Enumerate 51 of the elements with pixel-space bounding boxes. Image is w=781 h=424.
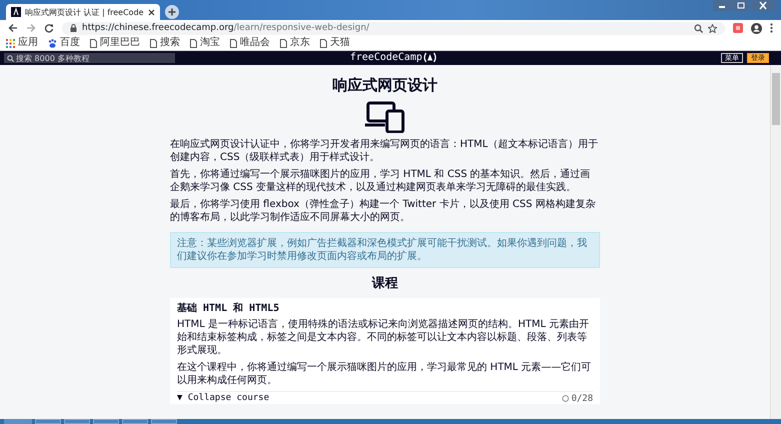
restore-icon[interactable] bbox=[732, 0, 750, 11]
browser-tab[interactable]: 响应式网页设计 认证 | freeCode bbox=[6, 4, 160, 20]
logo-icon bbox=[11, 7, 21, 17]
intro-paragraph: 最后，你将学习使用 flexbox（弹性盒子）构建一个 Twitter 卡片，以及使用 CSS 网格构建复杂的博客布局，以此学习制作适应不同屏幕大小的网页。 bbox=[170, 198, 596, 224]
bookmark-item[interactable]: 百度 bbox=[48, 38, 80, 48]
bookmark-item[interactable]: 京东 bbox=[280, 38, 310, 48]
zoom-icon[interactable] bbox=[694, 24, 703, 32]
reload-icon[interactable] bbox=[44, 23, 54, 33]
intro-paragraph: 在响应式网页设计认证中，你将学习开发者用来编写网页的语言：HTML（超文本标记语言）用于创建内容，CSS（级联样式表）用于样式设计。 bbox=[170, 138, 599, 164]
minimize-icon[interactable] bbox=[713, 0, 731, 11]
bookmark-item[interactable]: 搜索 bbox=[150, 38, 180, 48]
course-description: 在这个课程中，你将通过编写一个展示猫咪图片的应用，学习最常见的 HTML 元素——它们可以用来构成任何网页。 bbox=[177, 361, 592, 387]
star-icon[interactable] bbox=[708, 24, 717, 32]
search-icon bbox=[7, 54, 14, 62]
course-description: HTML 是一种标记语言，使用特殊的语法或标记来向浏览器描述网页的结构。HTML 元素由开始和结束标签构成，标签之间是文本内容。不同的标签可以让文本内容以标题、段落、列表等形式展现。 bbox=[177, 318, 590, 357]
bookmark-item[interactable]: 应用 bbox=[6, 38, 38, 48]
search-field[interactable]: 搜索 8000 多种教程 bbox=[4, 53, 175, 63]
page-icon bbox=[190, 38, 197, 48]
progress-count: 0/28 bbox=[571, 394, 593, 404]
page-icon bbox=[280, 38, 287, 48]
course-title: 基础 HTML 和 HTML5 bbox=[177, 302, 280, 315]
lock-icon bbox=[70, 24, 77, 32]
page-icon bbox=[90, 38, 97, 48]
address-field[interactable]: https://chinese.freecodecamp.org/learn/responsive-web-design/ bbox=[62, 22, 725, 34]
apps-grid-icon bbox=[6, 38, 15, 48]
profile-icon[interactable] bbox=[751, 22, 762, 34]
bookmark-item[interactable]: 天猫 bbox=[320, 38, 350, 48]
section-heading: 课程 bbox=[370, 276, 399, 292]
note-alert: 注意：某些浏览器扩展，例如广告拦截器和深色模式扩展可能干扰测试。如果你遇到问题，我们建议你在参加学习时禁用修改页面内容或布局的扩展。 bbox=[170, 232, 600, 268]
devices-icon bbox=[365, 101, 405, 133]
page-icon bbox=[230, 38, 237, 48]
bookmark-item[interactable]: 阿里巴巴 bbox=[90, 38, 140, 48]
campfire-logo-icon bbox=[423, 52, 438, 63]
paw-icon bbox=[48, 38, 57, 48]
progress-circle-icon bbox=[562, 395, 570, 402]
close-icon[interactable] bbox=[148, 8, 155, 16]
intro-paragraph: 首先，你将通过编写一个展示猫咪图片的应用，学习 HTML 和 CSS 的基本知识。然后，通过画企鹅来学习像 CSS 变量这样的现代技术，以及通过构建网页表单来学习无障碍的最佳实践。 bbox=[170, 168, 592, 194]
new-tab-icon[interactable] bbox=[164, 5, 179, 19]
brand-name[interactable]: freeCodeCamp bbox=[350, 52, 422, 63]
bookmark-item[interactable]: 淘宝 bbox=[190, 38, 220, 48]
back-icon[interactable] bbox=[8, 23, 18, 33]
close-icon[interactable] bbox=[751, 0, 775, 11]
start-button[interactable] bbox=[4, 419, 32, 424]
bookmark-item[interactable]: 唯品会 bbox=[230, 38, 270, 48]
page-title: 响应式网页设计 bbox=[332, 75, 438, 95]
more-icon[interactable] bbox=[770, 23, 773, 33]
scrollbar[interactable] bbox=[770, 65, 781, 419]
collapse-course-button[interactable]: ▼ Collapse course bbox=[177, 393, 270, 404]
page-icon bbox=[150, 38, 157, 48]
page-icon bbox=[320, 38, 327, 48]
scrollbar-thumb[interactable] bbox=[772, 73, 780, 125]
